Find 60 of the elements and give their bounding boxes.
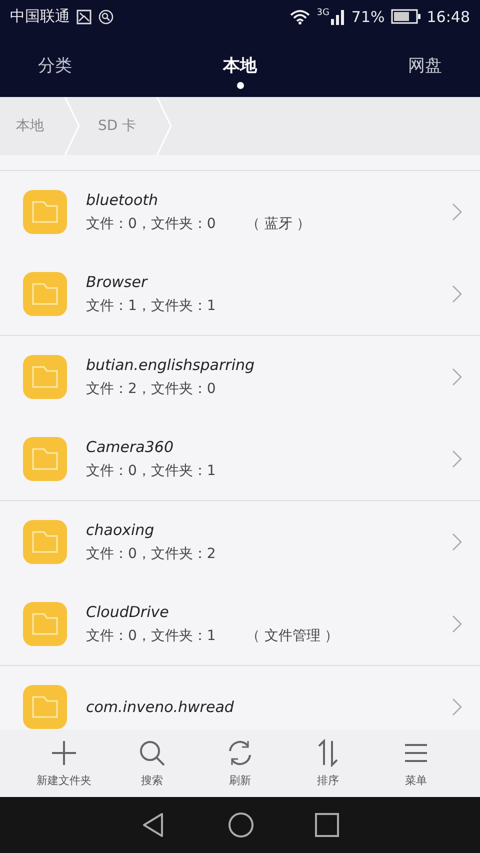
- folder-name: Browser: [86, 273, 149, 291]
- wifi-icon: [288, 8, 311, 24]
- folder-row[interactable]: chaoxing 文件：0，文件夹：2: [0, 501, 480, 583]
- chevron-right-icon: [452, 698, 462, 716]
- battery-percent: 71%: [351, 8, 385, 26]
- tab[interactable]: 网盘: [392, 33, 458, 97]
- folder-details: 文件：0，文件夹：2: [86, 545, 216, 563]
- toolbar-button[interactable]: 排序: [288, 739, 368, 788]
- refresh-icon: [226, 739, 254, 767]
- folder-row[interactable]: Browser 文件：1，文件夹：1: [0, 253, 480, 335]
- breadcrumb-separator-icon: [156, 97, 172, 155]
- chevron-right-icon: [452, 450, 462, 468]
- folder-icon: [23, 520, 67, 564]
- tab[interactable]: 分类: [22, 33, 88, 97]
- folder-details: 文件：2，文件夹：0: [86, 380, 216, 398]
- signal-icon: [331, 8, 346, 24]
- network-type: 3G: [316, 8, 330, 18]
- folder-row[interactable]: CloudDrive 文件：0，文件夹：1 （ 文件管理 ）: [0, 583, 480, 665]
- chevron-right-icon: [452, 203, 462, 221]
- folder-row[interactable]: Camera360 文件：0，文件夹：1: [0, 418, 480, 500]
- image-icon: [76, 8, 92, 24]
- carrier-name: 中国联通: [10, 7, 70, 26]
- chevron-right-icon: [452, 615, 462, 633]
- folder-details: 文件：1，文件夹：1: [86, 297, 216, 315]
- clock: 16:48: [426, 8, 470, 26]
- folder-note: （ 蓝牙 ）: [246, 215, 311, 233]
- search-icon: [98, 8, 114, 24]
- toolbar-button[interactable]: 菜单: [376, 739, 456, 788]
- folder-name: chaoxing: [86, 521, 156, 539]
- folder-row[interactable]: bluetooth 文件：0，文件夹：0 （ 蓝牙 ）: [0, 171, 480, 253]
- toolbar-button[interactable]: 搜索: [112, 739, 192, 788]
- folder-details: 文件：0，文件夹：1: [86, 462, 216, 480]
- folder-name: butian.englishsparring: [86, 356, 256, 374]
- folder-details: 文件：0，文件夹：1: [86, 627, 216, 645]
- folder-icon: [23, 602, 67, 646]
- folder-row[interactable]: com.inveno.hwread: [0, 666, 480, 730]
- folder-name: CloudDrive: [86, 603, 170, 621]
- chevron-right-icon: [452, 533, 462, 551]
- toolbar-button[interactable]: 刷新: [200, 739, 280, 788]
- chevron-right-icon: [452, 285, 462, 303]
- plus-icon: [50, 739, 78, 767]
- folder-icon: [23, 437, 67, 481]
- folder-icon: [23, 190, 67, 234]
- folder-row[interactable]: butian.englishsparring 文件：2，文件夹：0: [0, 336, 480, 418]
- recent-apps-icon[interactable]: [315, 813, 340, 837]
- home-icon[interactable]: [228, 812, 254, 838]
- folder-name: Camera360: [86, 438, 174, 456]
- folder-icon: [23, 272, 67, 316]
- folder-details: 文件：0，文件夹：0: [86, 215, 216, 233]
- folder-icon: [23, 355, 67, 399]
- search-icon: [138, 739, 166, 767]
- chevron-right-icon: [452, 368, 462, 386]
- toolbar-button[interactable]: 新建文件夹: [24, 739, 104, 788]
- folder-icon: [23, 685, 67, 729]
- breadcrumb-separator-icon: [64, 97, 80, 155]
- folder-note: （ 文件管理 ）: [246, 627, 339, 645]
- battery-icon: [390, 9, 421, 24]
- folder-name: com.inveno.hwread: [86, 698, 235, 716]
- tab[interactable]: 本地: [207, 33, 273, 97]
- folder-name: bluetooth: [86, 191, 160, 209]
